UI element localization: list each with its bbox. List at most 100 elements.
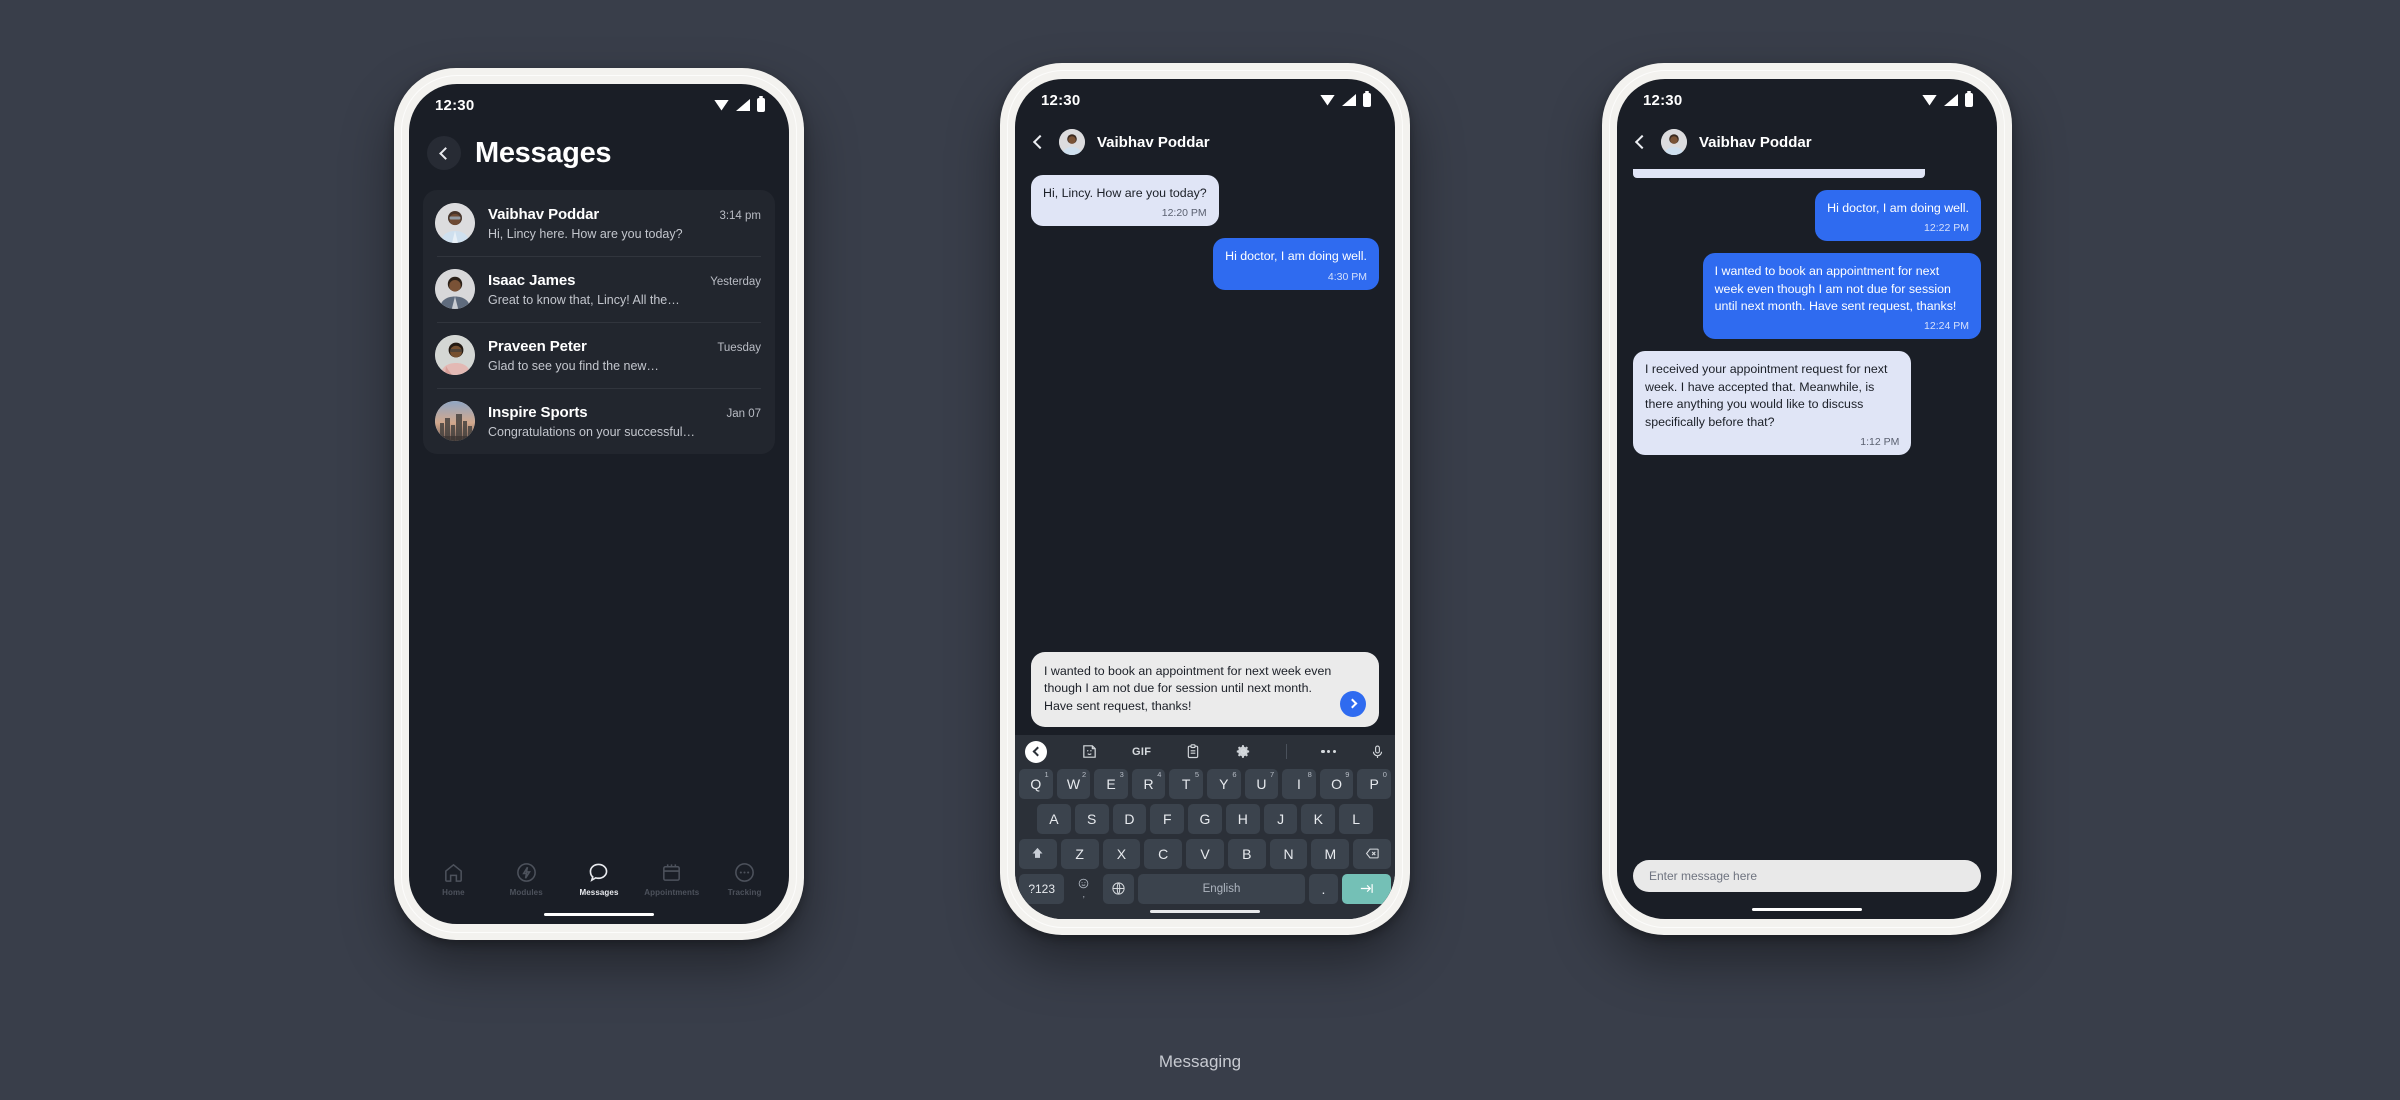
- contact-name: Vaibhav Poddar: [1097, 133, 1210, 151]
- message-text: I wanted to book an appointment for next…: [1714, 264, 1957, 314]
- back-icon: [1032, 746, 1042, 757]
- back-button[interactable]: [1634, 134, 1650, 150]
- key-numeric[interactable]: ?123: [1019, 873, 1065, 904]
- nav-item-appointments[interactable]: Appointments: [635, 861, 708, 897]
- nav-label: Tracking: [727, 887, 762, 897]
- list-item[interactable]: Isaac James Yesterday Great to know that…: [423, 256, 775, 322]
- key-s[interactable]: S: [1074, 803, 1109, 834]
- message-input[interactable]: Enter message here: [1633, 859, 1981, 892]
- keyboard-row-4: ?123 , English .: [1015, 873, 1395, 906]
- nav-item-modules[interactable]: Modules: [490, 861, 563, 897]
- clipped-message-bubble: [1633, 169, 1926, 178]
- nav-label: Modules: [509, 887, 543, 897]
- key-p[interactable]: P0: [1357, 768, 1391, 799]
- key-y[interactable]: Y6: [1207, 768, 1241, 799]
- key-f[interactable]: F: [1150, 803, 1185, 834]
- message-text: I received your appointment request for …: [1645, 362, 1888, 429]
- key-backspace[interactable]: [1353, 838, 1392, 869]
- keyboard-row-1: Q1 W2 E3 R4 T5 Y6 U7 I8 O9 P0: [1015, 768, 1395, 804]
- key-c[interactable]: C: [1144, 838, 1183, 869]
- gear-icon: [1237, 745, 1250, 758]
- send-button[interactable]: [1340, 690, 1366, 717]
- chat-app-bar: Vaibhav Poddar: [1617, 121, 1997, 169]
- list-item[interactable]: Praveen Peter Tuesday Glad to see you fi…: [423, 322, 775, 388]
- timestamp: 3:14 pm: [719, 209, 761, 222]
- toolbar-divider: [1286, 744, 1288, 759]
- key-b[interactable]: B: [1227, 838, 1266, 869]
- avatar: [435, 401, 475, 441]
- key-q[interactable]: Q1: [1019, 768, 1053, 799]
- list-item-body: Isaac James Yesterday Great to know that…: [488, 272, 761, 307]
- gif-button[interactable]: GIF: [1132, 746, 1151, 758]
- phone-chat-reply: 12:30 Vaibhav Poddar Hi doctor, I am doi…: [1602, 63, 2012, 935]
- message-text: Hi doctor, I am doing well.: [1827, 201, 1969, 215]
- key-r[interactable]: R4: [1131, 768, 1166, 799]
- home-indicator: [544, 912, 654, 916]
- list-item[interactable]: Inspire Sports Jan 07 Congratulations on…: [423, 388, 775, 454]
- nav-item-tracking[interactable]: Tracking: [708, 861, 781, 897]
- clipboard-button[interactable]: [1185, 743, 1201, 760]
- sticker-button[interactable]: [1081, 743, 1098, 760]
- phone1-screen: 12:30 Messages Vaibhav Poddar 3:14 pm Hi…: [409, 84, 789, 924]
- key-n[interactable]: N: [1269, 838, 1308, 869]
- key-emoji-comma[interactable]: ,: [1068, 874, 1099, 904]
- key-l[interactable]: L: [1339, 803, 1374, 834]
- compose-box[interactable]: I wanted to book an appointment for next…: [1031, 651, 1379, 727]
- clipboard-icon: [1188, 744, 1199, 759]
- key-m[interactable]: M: [1311, 838, 1350, 869]
- message-text: Hi doctor, I am doing well.: [1225, 249, 1367, 264]
- key-d[interactable]: D: [1112, 803, 1147, 834]
- key-space[interactable]: English: [1138, 873, 1305, 904]
- key-i[interactable]: I8: [1282, 768, 1316, 799]
- key-h[interactable]: H: [1225, 803, 1260, 834]
- key-period[interactable]: .: [1308, 873, 1338, 904]
- message-text: Hi, Lincy. How are you today?: [1043, 186, 1207, 200]
- bolt-circle-icon: [516, 862, 536, 882]
- key-language[interactable]: [1103, 873, 1135, 904]
- key-x[interactable]: X: [1102, 838, 1141, 869]
- microphone-icon: [1372, 745, 1383, 758]
- list-item[interactable]: Vaibhav Poddar 3:14 pm Hi, Lincy here. H…: [423, 190, 775, 256]
- microphone-button[interactable]: [1370, 743, 1385, 761]
- overflow-button[interactable]: [1321, 749, 1336, 754]
- key-j[interactable]: J: [1263, 803, 1298, 834]
- key-u[interactable]: U7: [1244, 768, 1279, 799]
- key-k[interactable]: K: [1301, 803, 1336, 834]
- battery-icon: [757, 95, 765, 112]
- message-bubble-outgoing: I wanted to book an appointment for next…: [1702, 253, 1981, 340]
- keyboard-back-button[interactable]: [1025, 740, 1047, 763]
- on-screen-keyboard: GIF Q 1 W 2 E 3 R 4 T 5 Y 6 U 7 I 8 O 9 …: [1015, 734, 1395, 919]
- preview-text: Great to know that, Lincy! All the…: [488, 292, 680, 307]
- back-button[interactable]: [427, 136, 461, 170]
- phone3-screen: 12:30 Vaibhav Poddar Hi doctor, I am doi…: [1617, 79, 1997, 919]
- key-enter[interactable]: [1342, 873, 1391, 904]
- back-button[interactable]: [1032, 134, 1048, 150]
- key-t[interactable]: T5: [1169, 768, 1203, 799]
- input-placeholder: Enter message here: [1649, 868, 1758, 883]
- page-title: Messages: [475, 136, 612, 169]
- key-v[interactable]: V: [1186, 838, 1224, 869]
- keyboard-row-2: A S D F G H J K L: [1015, 803, 1395, 839]
- key-z[interactable]: Z: [1060, 838, 1099, 869]
- key-o[interactable]: O9: [1319, 768, 1354, 799]
- preview-text: Hi, Lincy here. How are you today?: [488, 226, 683, 241]
- key-g[interactable]: G: [1188, 803, 1222, 834]
- preview-text: Congratulations on your successful…: [488, 424, 696, 439]
- key-shift[interactable]: [1018, 838, 1057, 869]
- phone-chat-keyboard: 12:30 Vaibhav Poddar Hi, Lincy. How are …: [1000, 63, 1410, 935]
- compose-input[interactable]: I wanted to book an appointment for next…: [1044, 663, 1332, 716]
- key-a[interactable]: A: [1036, 803, 1071, 834]
- key-w[interactable]: W2: [1056, 768, 1091, 799]
- nav-item-home[interactable]: Home: [417, 861, 490, 897]
- globe-icon: [1112, 882, 1125, 895]
- home-icon: [444, 863, 462, 882]
- signal-icon: [1944, 94, 1958, 106]
- nav-label: Appointments: [644, 887, 700, 897]
- avatar: [435, 269, 475, 309]
- key-e[interactable]: E3: [1094, 768, 1128, 799]
- nav-item-messages[interactable]: Messages: [563, 861, 636, 897]
- nav-label: Messages: [579, 887, 619, 897]
- shift-icon: [1032, 847, 1043, 858]
- settings-button[interactable]: [1235, 743, 1252, 760]
